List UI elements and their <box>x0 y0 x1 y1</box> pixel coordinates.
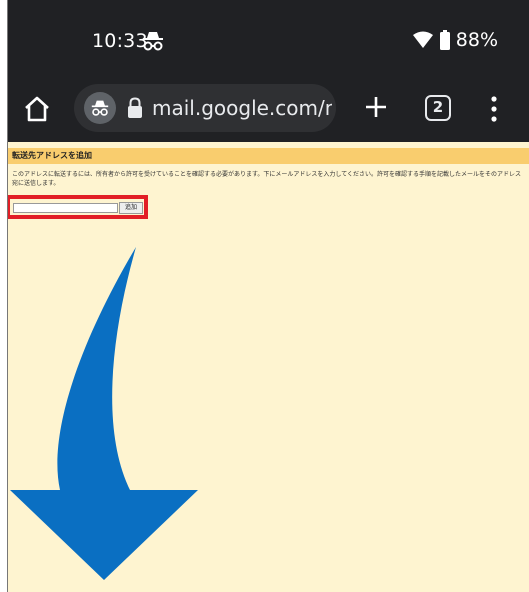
url-text[interactable]: mail.google.com/mail <box>152 96 332 120</box>
new-tab-plus-icon[interactable] <box>361 92 391 122</box>
status-right: 88% <box>412 29 498 51</box>
address-bar[interactable]: mail.google.com/mail <box>74 84 336 132</box>
more-menu-icon[interactable] <box>488 94 500 124</box>
phone-screen: 10:33 88% mail.google.com/ 2 転送先アドレスを追加 … <box>7 0 529 592</box>
browser-toolbar: mail.google.com/mail 2 <box>8 74 529 142</box>
page-title: 転送先アドレスを追加 <box>8 148 529 164</box>
battery-percent: 88% <box>455 29 498 51</box>
down-arrow-annotation <box>10 247 198 580</box>
tab-switcher-button[interactable]: 2 <box>425 95 451 121</box>
battery-icon <box>439 30 450 50</box>
lock-icon[interactable] <box>126 97 144 119</box>
wifi-icon <box>412 31 433 48</box>
incognito-status-icon <box>143 32 163 51</box>
highlight-box <box>8 195 148 219</box>
incognito-icon <box>84 92 116 124</box>
status-bar: 10:33 88% <box>8 0 529 74</box>
instructions-text: このアドレスに転送するには、所有者から許可を受けていることを確認する必要がありま… <box>12 171 522 187</box>
home-icon[interactable] <box>22 94 52 124</box>
